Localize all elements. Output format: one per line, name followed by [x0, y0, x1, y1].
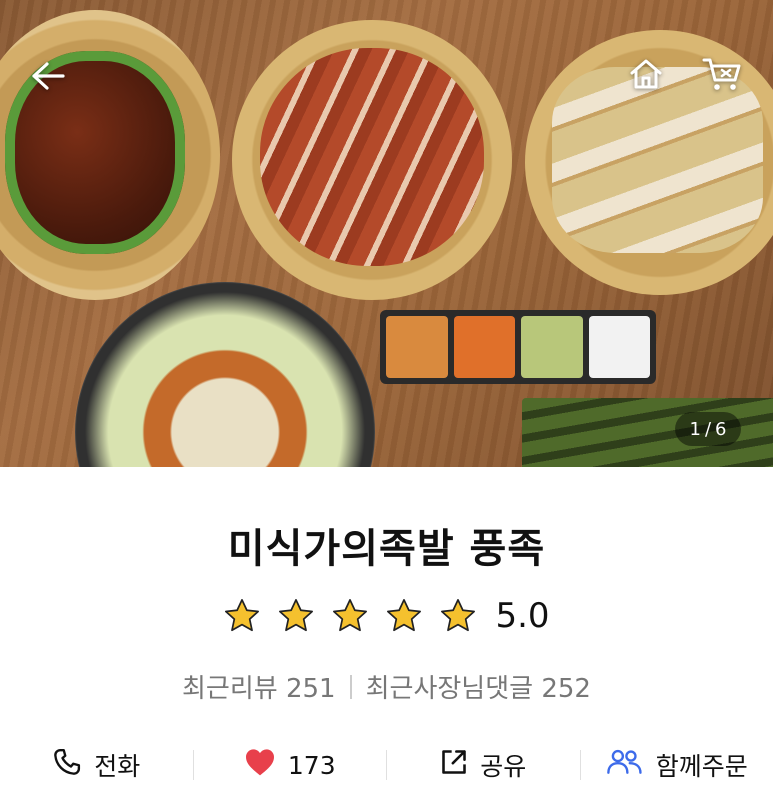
- rating-score: 5.0: [495, 596, 550, 636]
- home-button[interactable]: [622, 52, 670, 100]
- like-count: 173: [287, 750, 336, 780]
- share-button[interactable]: 공유: [387, 740, 580, 790]
- hero-image[interactable]: 1 / 6: [0, 0, 773, 467]
- recent-reviews-label: 최근리뷰: [182, 674, 278, 704]
- review-stats: 최근리뷰 251 최근사장님댓글 252: [0, 668, 773, 705]
- star-icon: [223, 598, 261, 634]
- cart-button[interactable]: [696, 52, 748, 100]
- star-rating: [223, 598, 477, 634]
- owner-replies[interactable]: 최근사장님댓글 252: [366, 668, 591, 705]
- image-page-counter: 1 / 6: [675, 412, 741, 446]
- counter-total: 6: [715, 418, 727, 440]
- star-icon: [331, 598, 369, 634]
- cart-icon: [702, 56, 742, 96]
- back-button[interactable]: [22, 54, 74, 102]
- call-label: 전화: [94, 752, 141, 781]
- arrow-left-icon: [31, 61, 65, 95]
- star-icon: [439, 598, 477, 634]
- owner-replies-label: 최근사장님댓글: [365, 674, 534, 704]
- rating-row[interactable]: 5.0: [0, 596, 773, 636]
- counter-separator: /: [704, 418, 712, 440]
- share-label: 공유: [480, 752, 527, 781]
- call-button[interactable]: 전화: [0, 740, 193, 790]
- food-plate-jokbal: [232, 20, 512, 300]
- phone-icon: [52, 747, 82, 783]
- group-order-button[interactable]: 함께주문: [581, 740, 773, 790]
- counter-current: 1: [689, 418, 701, 440]
- sauce-tray: [380, 310, 656, 384]
- recent-reviews[interactable]: 최근리뷰 251: [182, 668, 336, 705]
- like-button[interactable]: 173: [194, 740, 387, 790]
- group-icon: [606, 747, 644, 783]
- owner-replies-count: 252: [541, 674, 591, 704]
- store-name: 미식가의족발 풍족: [227, 526, 546, 572]
- star-icon: [385, 598, 423, 634]
- stats-divider: [349, 674, 352, 699]
- recent-reviews-count: 251: [285, 674, 336, 704]
- action-bar: 전화 173 공유 함께주문: [0, 740, 773, 790]
- group-order-label: 함께주문: [655, 752, 748, 781]
- heart-icon: [244, 747, 276, 783]
- star-icon: [277, 598, 315, 634]
- home-icon: [628, 56, 664, 96]
- share-icon: [440, 748, 468, 782]
